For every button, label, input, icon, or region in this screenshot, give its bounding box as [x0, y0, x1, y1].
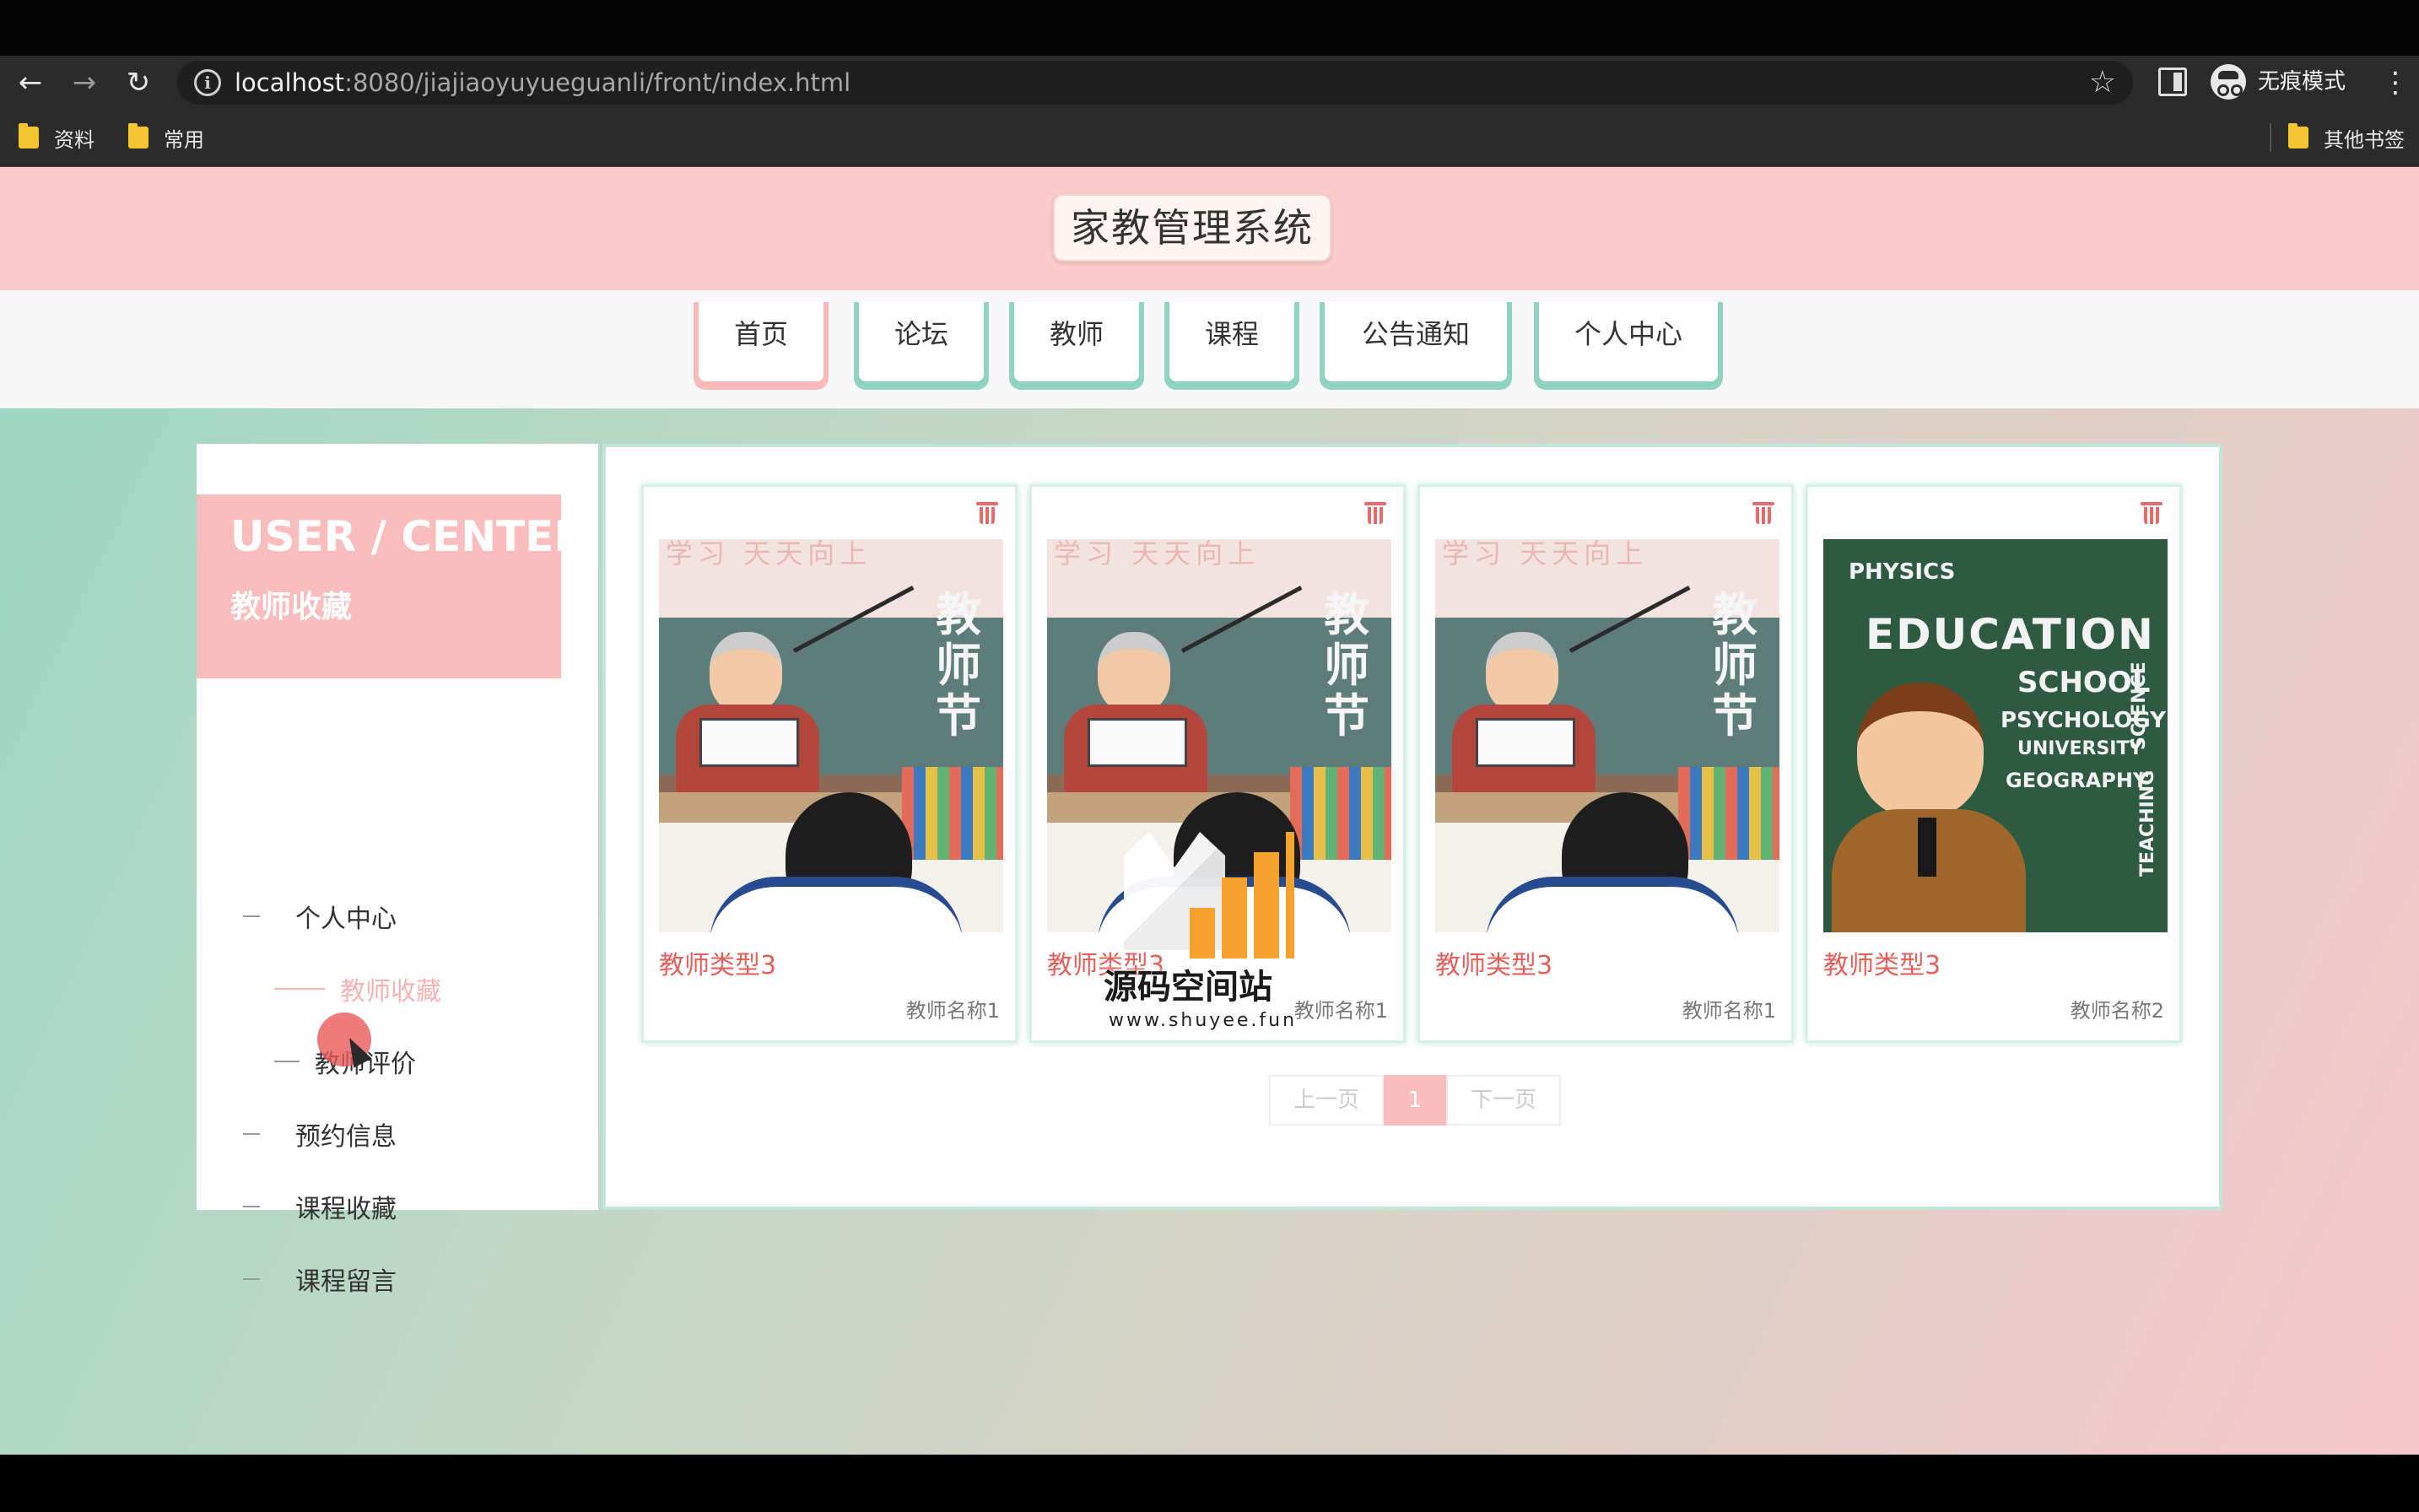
- site-info-icon[interactable]: i: [194, 69, 221, 96]
- menu-dash: [243, 915, 260, 917]
- incognito-label[interactable]: 无痕模式: [2258, 68, 2346, 96]
- bookmark-folder-other[interactable]: 其他书签: [2288, 123, 2405, 152]
- folder-icon: [2288, 123, 2308, 148]
- user-center-banner: USER / CENTER 教师收藏: [197, 494, 586, 678]
- menu-dash: [243, 1133, 260, 1135]
- reload-icon[interactable]: ↻: [121, 66, 155, 100]
- watermark-url: www.shuyee.fun: [1109, 1010, 1298, 1031]
- site-header: 家教管理系统: [0, 167, 2419, 290]
- nav-forum[interactable]: 论坛: [854, 302, 989, 386]
- menu-dash: [274, 1061, 300, 1062]
- back-arrow-icon[interactable]: ←: [13, 66, 47, 100]
- teacher-name: 教师名称1: [1293, 999, 1388, 1023]
- bookmark-star-icon[interactable]: ☆: [2089, 66, 2116, 100]
- teacher-image[interactable]: 学习 天天向上 教师节: [1435, 539, 1779, 932]
- trash-icon[interactable]: [1752, 499, 1774, 524]
- bookmarks-divider: [2270, 123, 2271, 152]
- watermark-name: 源码空间站: [1104, 968, 1272, 1007]
- prev-page-button[interactable]: 上一页: [1269, 1075, 1384, 1126]
- sidebar-item-teacher-reviews[interactable]: 教师评价: [197, 1041, 416, 1082]
- menu-dash: [243, 1278, 260, 1280]
- main-nav: 首页 论坛 教师 课程 公告通知 个人中心: [0, 290, 2419, 408]
- favorites-panel: 学习 天天向上 教师节 教师类型3 教师名称1 学习 天天向上 教师节 教师类型…: [602, 444, 2222, 1210]
- incognito-icon[interactable]: [2211, 64, 2246, 100]
- forward-arrow-icon[interactable]: →: [67, 66, 101, 100]
- teacher-card[interactable]: PHYSICS EDUCATION SCHOOL PSYCHOLOGY UNIV…: [1806, 484, 2182, 1043]
- site-title: 家教管理系统: [1053, 194, 1331, 262]
- teacher-image[interactable]: 学习 天天向上 教师节: [659, 539, 1003, 932]
- teacher-card[interactable]: 学习 天天向上 教师节 教师类型3 教师名称1: [641, 484, 1018, 1043]
- address-bar[interactable]: i localhost:8080/jiajiaoyuyueguanli/fron…: [177, 61, 2133, 105]
- sidebar-item-bookings[interactable]: 预约信息: [197, 1114, 397, 1154]
- teacher-name: 教师名称2: [2070, 999, 2164, 1023]
- next-page-button[interactable]: 下一页: [1446, 1075, 1561, 1126]
- page-number-1[interactable]: 1: [1384, 1075, 1446, 1126]
- teacher-name: 教师名称1: [1682, 999, 1776, 1023]
- teacher-name: 教师名称1: [905, 999, 1000, 1023]
- nav-announcements[interactable]: 公告通知: [1320, 302, 1512, 386]
- folder-icon: [128, 123, 148, 148]
- nav-courses[interactable]: 课程: [1164, 302, 1299, 386]
- teacher-image[interactable]: PHYSICS EDUCATION SCHOOL PSYCHOLOGY UNIV…: [1823, 539, 2168, 932]
- user-center-subheading: 教师收藏: [230, 590, 353, 624]
- teacher-card[interactable]: 学习 天天向上 教师节 教师类型3 教师名称1: [1417, 484, 1794, 1043]
- trash-icon[interactable]: [2141, 499, 2163, 524]
- teacher-type[interactable]: 教师类型3: [659, 948, 776, 985]
- bookmark-folder-ziliao[interactable]: 资料: [19, 123, 94, 152]
- teacher-type[interactable]: 教师类型3: [1823, 948, 1941, 985]
- nav-teachers[interactable]: 教师: [1009, 302, 1144, 386]
- sidebar-item-teacher-favorites[interactable]: 教师收藏: [197, 969, 441, 1009]
- side-panel-icon[interactable]: [2158, 68, 2187, 96]
- teacher-type[interactable]: 教师类型3: [1435, 948, 1552, 985]
- user-center-sidebar: USER / CENTER 教师收藏 个人中心 教师收藏 教师评价 预约信息 课…: [197, 444, 598, 1297]
- watermark-logo: 源码空间站 www.shuyee.fun: [1104, 798, 1298, 1034]
- url-text[interactable]: localhost:8080/jiajiaoyuyueguanli/front/…: [235, 69, 850, 96]
- screen-top-bar: [0, 0, 2419, 56]
- bookmarks-bar: [0, 110, 2419, 167]
- user-center-heading: USER / CENTER: [230, 512, 586, 561]
- sidebar-item-course-favorites[interactable]: 课程收藏: [197, 1186, 397, 1227]
- trash-icon[interactable]: [1364, 499, 1386, 524]
- sidebar-item-user-center[interactable]: 个人中心: [197, 896, 397, 937]
- sidebar-item-course-messages[interactable]: 课程留言: [197, 1259, 397, 1299]
- folder-icon: [19, 123, 39, 148]
- nav-user-center[interactable]: 个人中心: [1534, 302, 1723, 386]
- bookmark-folder-changyong[interactable]: 常用: [128, 123, 204, 152]
- browser-menu-icon[interactable]: ⋮: [2381, 66, 2410, 100]
- nav-home[interactable]: 首页: [694, 302, 829, 386]
- page-body: 家教管理系统 首页 论坛 教师 课程 公告通知 个人中心 USER / CENT…: [0, 167, 2419, 1455]
- screen-bottom-bar: [0, 1455, 2419, 1512]
- trash-icon[interactable]: [976, 499, 998, 524]
- menu-dash: [274, 988, 325, 990]
- menu-dash: [243, 1206, 260, 1207]
